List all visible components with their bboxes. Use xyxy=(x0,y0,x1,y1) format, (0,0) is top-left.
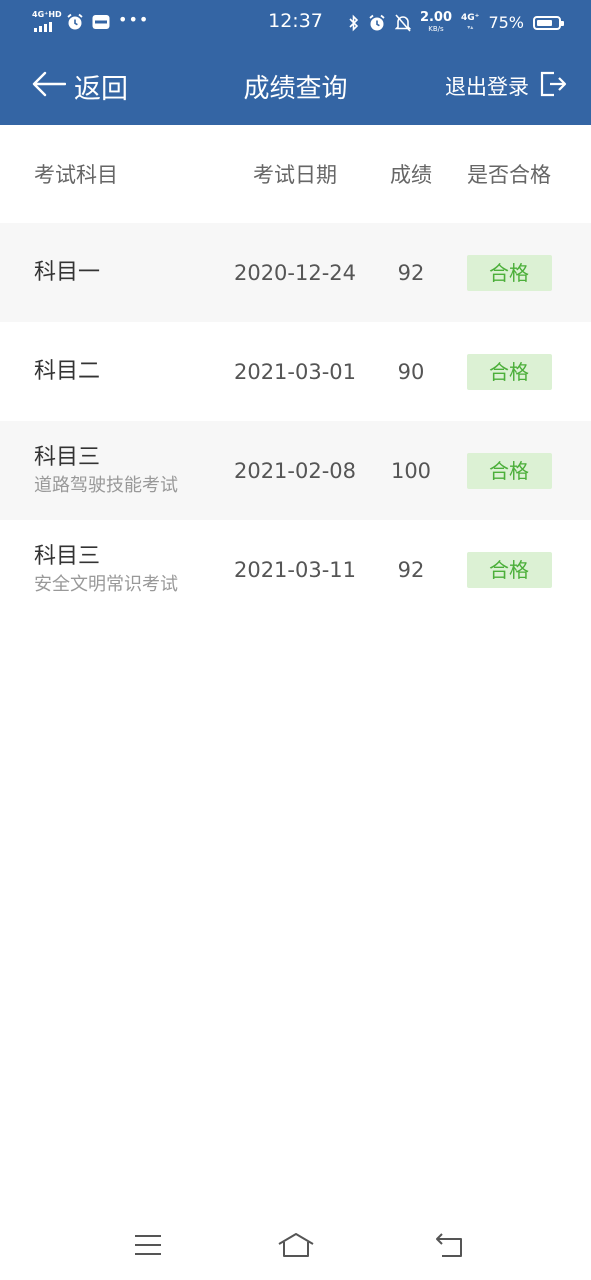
bluetooth-icon xyxy=(349,14,359,32)
results-table: 科目一 2020-12-24 92 合格 科目二 2021-03-01 90 合… xyxy=(0,223,591,619)
exam-score: 100 xyxy=(390,458,432,483)
return-icon[interactable] xyxy=(430,1228,470,1262)
exam-date: 2021-03-01 xyxy=(233,359,357,384)
back-label: 返回 xyxy=(74,73,128,105)
table-header: 考试科目 考试日期 成绩 是否合格 xyxy=(0,125,591,223)
mobile-data-indicator: 4G⁺ ▾▴ xyxy=(461,12,480,32)
table-row: 科目二 2021-03-01 90 合格 xyxy=(0,322,591,421)
column-header-score: 成绩 xyxy=(390,163,432,187)
menu-icon[interactable] xyxy=(128,1228,168,1262)
logout-label: 退出登录 xyxy=(445,75,529,99)
table-row: 科目三 道路驾驶技能考试 2021-02-08 100 合格 xyxy=(0,421,591,520)
logout-icon xyxy=(539,70,567,102)
logout-button[interactable]: 退出登录 xyxy=(445,68,567,104)
table-row: 科目一 2020-12-24 92 合格 xyxy=(0,223,591,322)
back-button[interactable]: 返回 xyxy=(32,66,128,106)
speed-unit: KB/s xyxy=(428,25,444,33)
pass-badge: 合格 xyxy=(466,353,552,390)
pass-badge: 合格 xyxy=(466,254,552,291)
exam-date: 2020-12-24 xyxy=(233,260,357,285)
pass-badge: 合格 xyxy=(466,452,552,489)
exam-score: 92 xyxy=(397,557,425,582)
system-nav-bar xyxy=(0,1210,591,1280)
status-bar: 4G⁺HD ••• 12:37 2.00 KB/s 4G⁺ ▾▴ 75% xyxy=(0,0,591,46)
subject-name: 科目三 xyxy=(34,543,101,569)
net-type: 4G⁺ xyxy=(461,12,480,23)
mute-bell-icon xyxy=(394,13,411,32)
data-arrows-icon: ▾▴ xyxy=(467,23,474,31)
exam-score: 90 xyxy=(397,359,425,384)
subject-name: 科目三 xyxy=(34,444,101,470)
column-header-date: 考试日期 xyxy=(253,163,337,187)
exam-score: 92 xyxy=(397,260,425,285)
column-header-subject: 考试科目 xyxy=(34,163,118,187)
table-row: 科目三 安全文明常识考试 2021-03-11 92 合格 xyxy=(0,520,591,619)
subject-subtitle: 道路驾驶技能考试 xyxy=(34,474,178,496)
exam-date: 2021-03-11 xyxy=(233,557,357,582)
column-header-pass: 是否合格 xyxy=(467,163,551,187)
arrow-left-icon xyxy=(32,71,67,101)
alarm-icon xyxy=(368,14,386,32)
subject-name: 科目一 xyxy=(34,259,101,285)
pass-badge: 合格 xyxy=(466,551,552,588)
status-bar-right: 2.00 KB/s 4G⁺ ▾▴ 75% xyxy=(349,11,564,34)
network-speed: 2.00 KB/s xyxy=(420,11,452,34)
subject-subtitle: 安全文明常识考试 xyxy=(34,573,178,595)
battery-icon xyxy=(533,15,564,30)
app-bar: 返回 成绩查询 退出登录 xyxy=(0,46,591,125)
subject-name: 科目二 xyxy=(34,358,101,384)
home-icon[interactable] xyxy=(276,1228,316,1262)
exam-date: 2021-02-08 xyxy=(233,458,357,483)
speed-value: 2.00 xyxy=(419,10,453,25)
battery-percent: 75% xyxy=(488,13,524,32)
